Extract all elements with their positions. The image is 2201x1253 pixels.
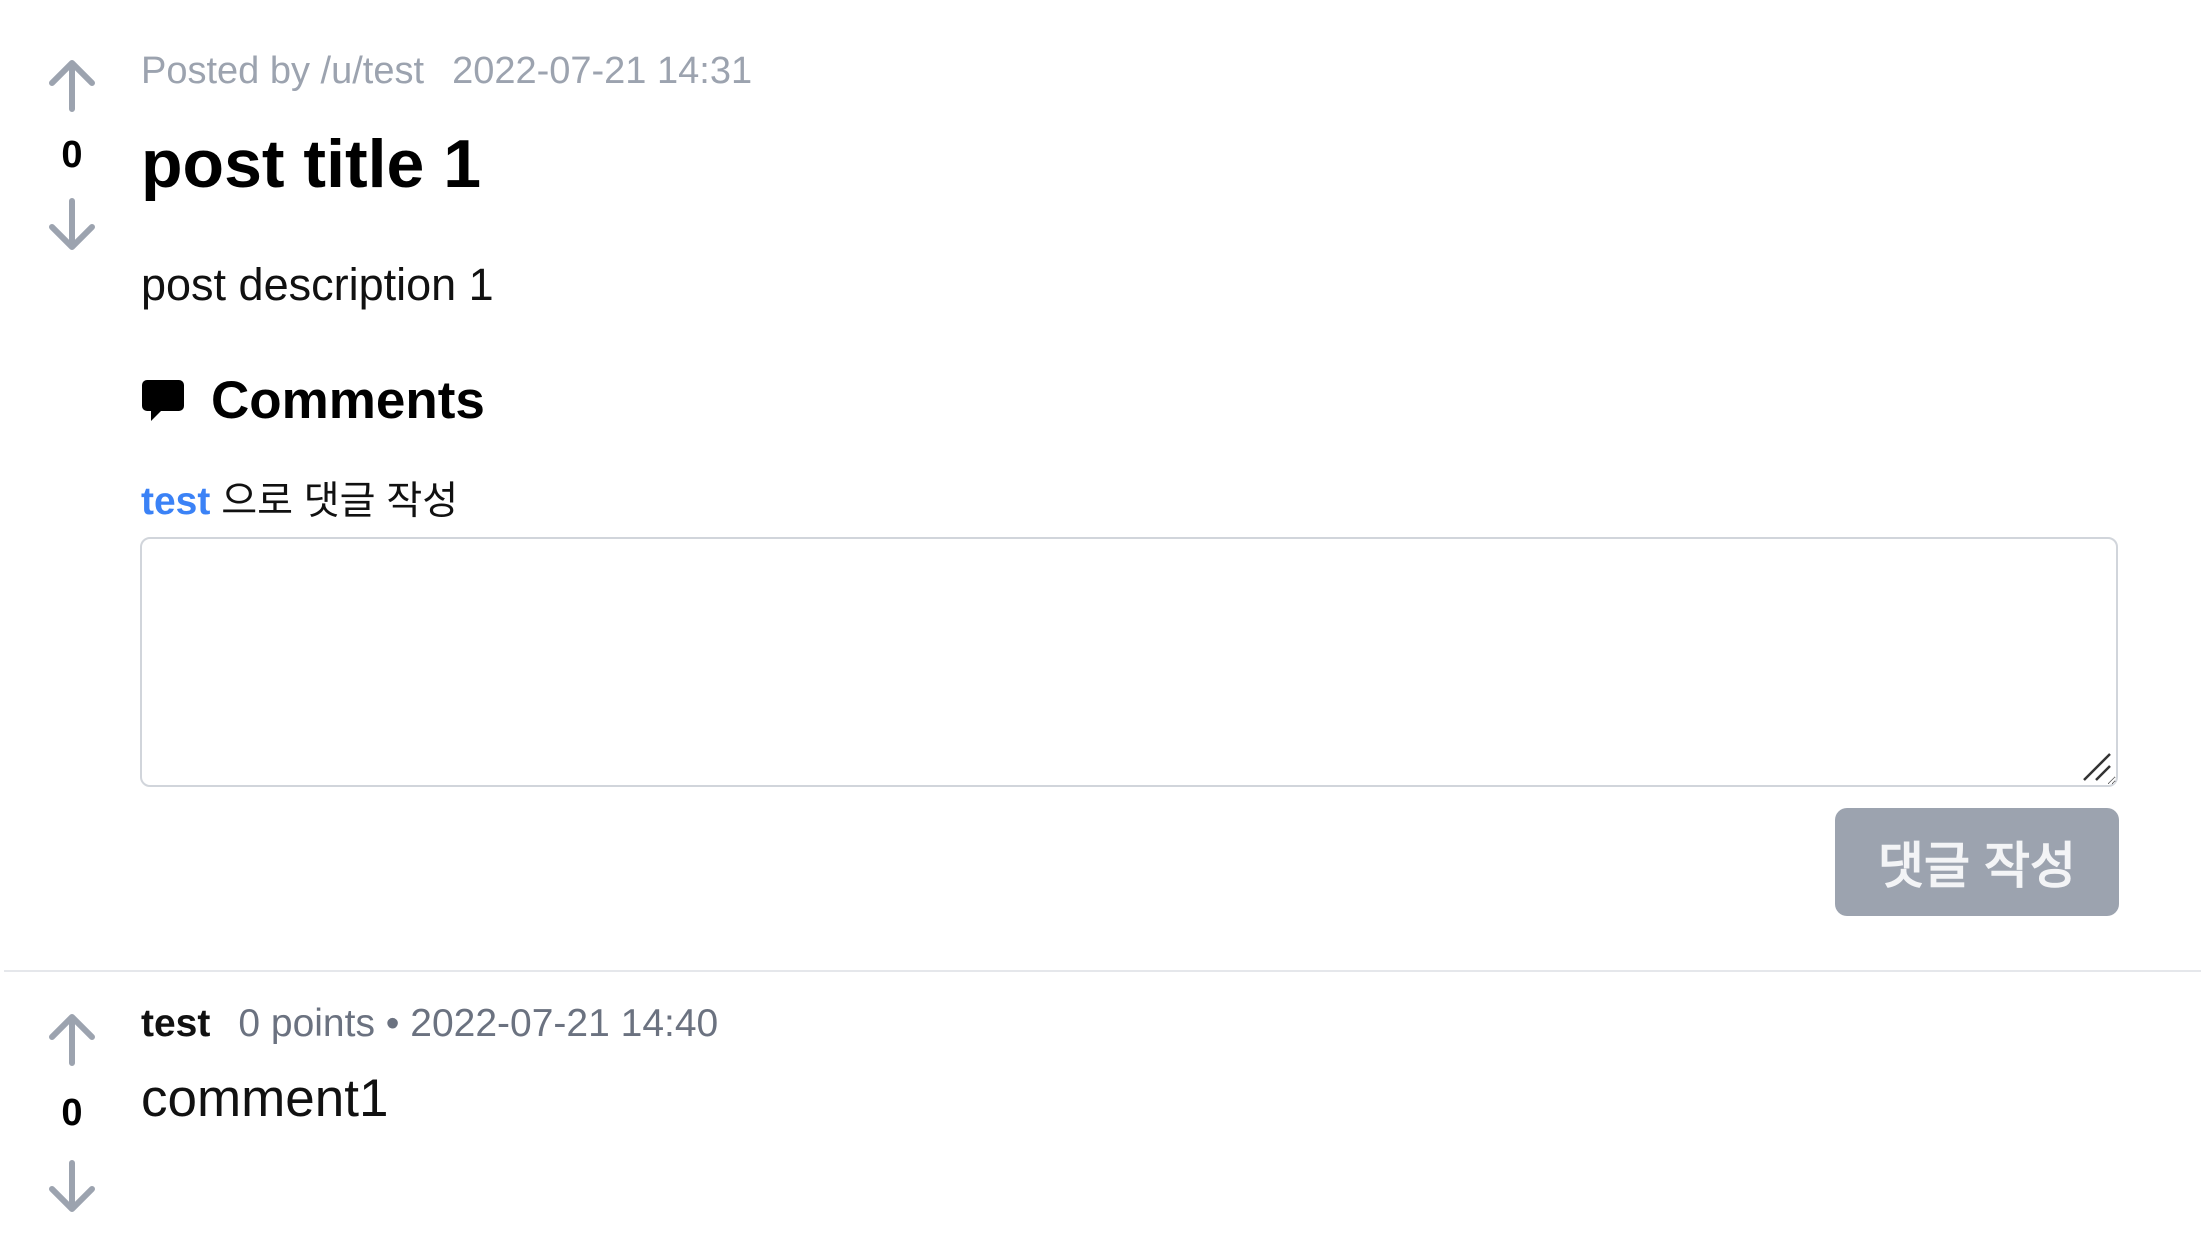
arrow-down-icon <box>49 198 95 250</box>
comments-heading-label: Comments <box>211 371 485 430</box>
comment-meta: test 0 points • 2022-07-21 14:40 <box>141 1002 718 1046</box>
comment-downvote-button[interactable] <box>44 1158 100 1214</box>
comment-body: comment1 <box>141 1069 389 1128</box>
post-vote-count: 0 <box>61 134 83 176</box>
comments-divider <box>4 970 2201 972</box>
chat-bubble-icon <box>141 378 185 424</box>
comment-vote-column: 0 <box>40 1012 104 1214</box>
comment-as-label: test 으로 댓글 작성 <box>141 470 458 526</box>
arrow-down-icon <box>49 1160 95 1212</box>
post-timestamp: 2022-07-21 14:31 <box>452 50 753 92</box>
arrow-up-icon <box>49 60 95 112</box>
post-upvote-button[interactable] <box>44 58 100 114</box>
arrow-up-icon <box>49 1014 95 1066</box>
submit-comment-button[interactable]: 댓글 작성 <box>1835 808 2119 916</box>
comment-textarea[interactable] <box>140 537 2118 787</box>
comment-timestamp: 2022-07-21 14:40 <box>410 1002 719 1045</box>
post-page: 0 Posted by /u/test 2022-07-21 14:31 post… <box>0 0 2201 1253</box>
comments-heading: Comments <box>141 370 485 431</box>
post-meta: Posted by /u/test 2022-07-21 14:31 <box>141 50 752 93</box>
comment-vote-count: 0 <box>61 1092 83 1134</box>
comment-author[interactable]: test <box>141 1002 210 1045</box>
post-title: post title 1 <box>141 126 482 202</box>
posted-by-link[interactable]: Posted by /u/test <box>141 50 424 92</box>
post-vote-column: 0 <box>40 58 104 252</box>
comment-upvote-button[interactable] <box>44 1012 100 1068</box>
post-downvote-button[interactable] <box>44 196 100 252</box>
post-description: post description 1 <box>141 259 494 310</box>
comment-as-suffix: 으로 댓글 작성 <box>210 480 459 523</box>
comment-meta-separator: • <box>374 1002 411 1045</box>
comment-points: 0 points <box>238 1002 375 1045</box>
comment-as-user-link[interactable]: test <box>141 480 210 523</box>
